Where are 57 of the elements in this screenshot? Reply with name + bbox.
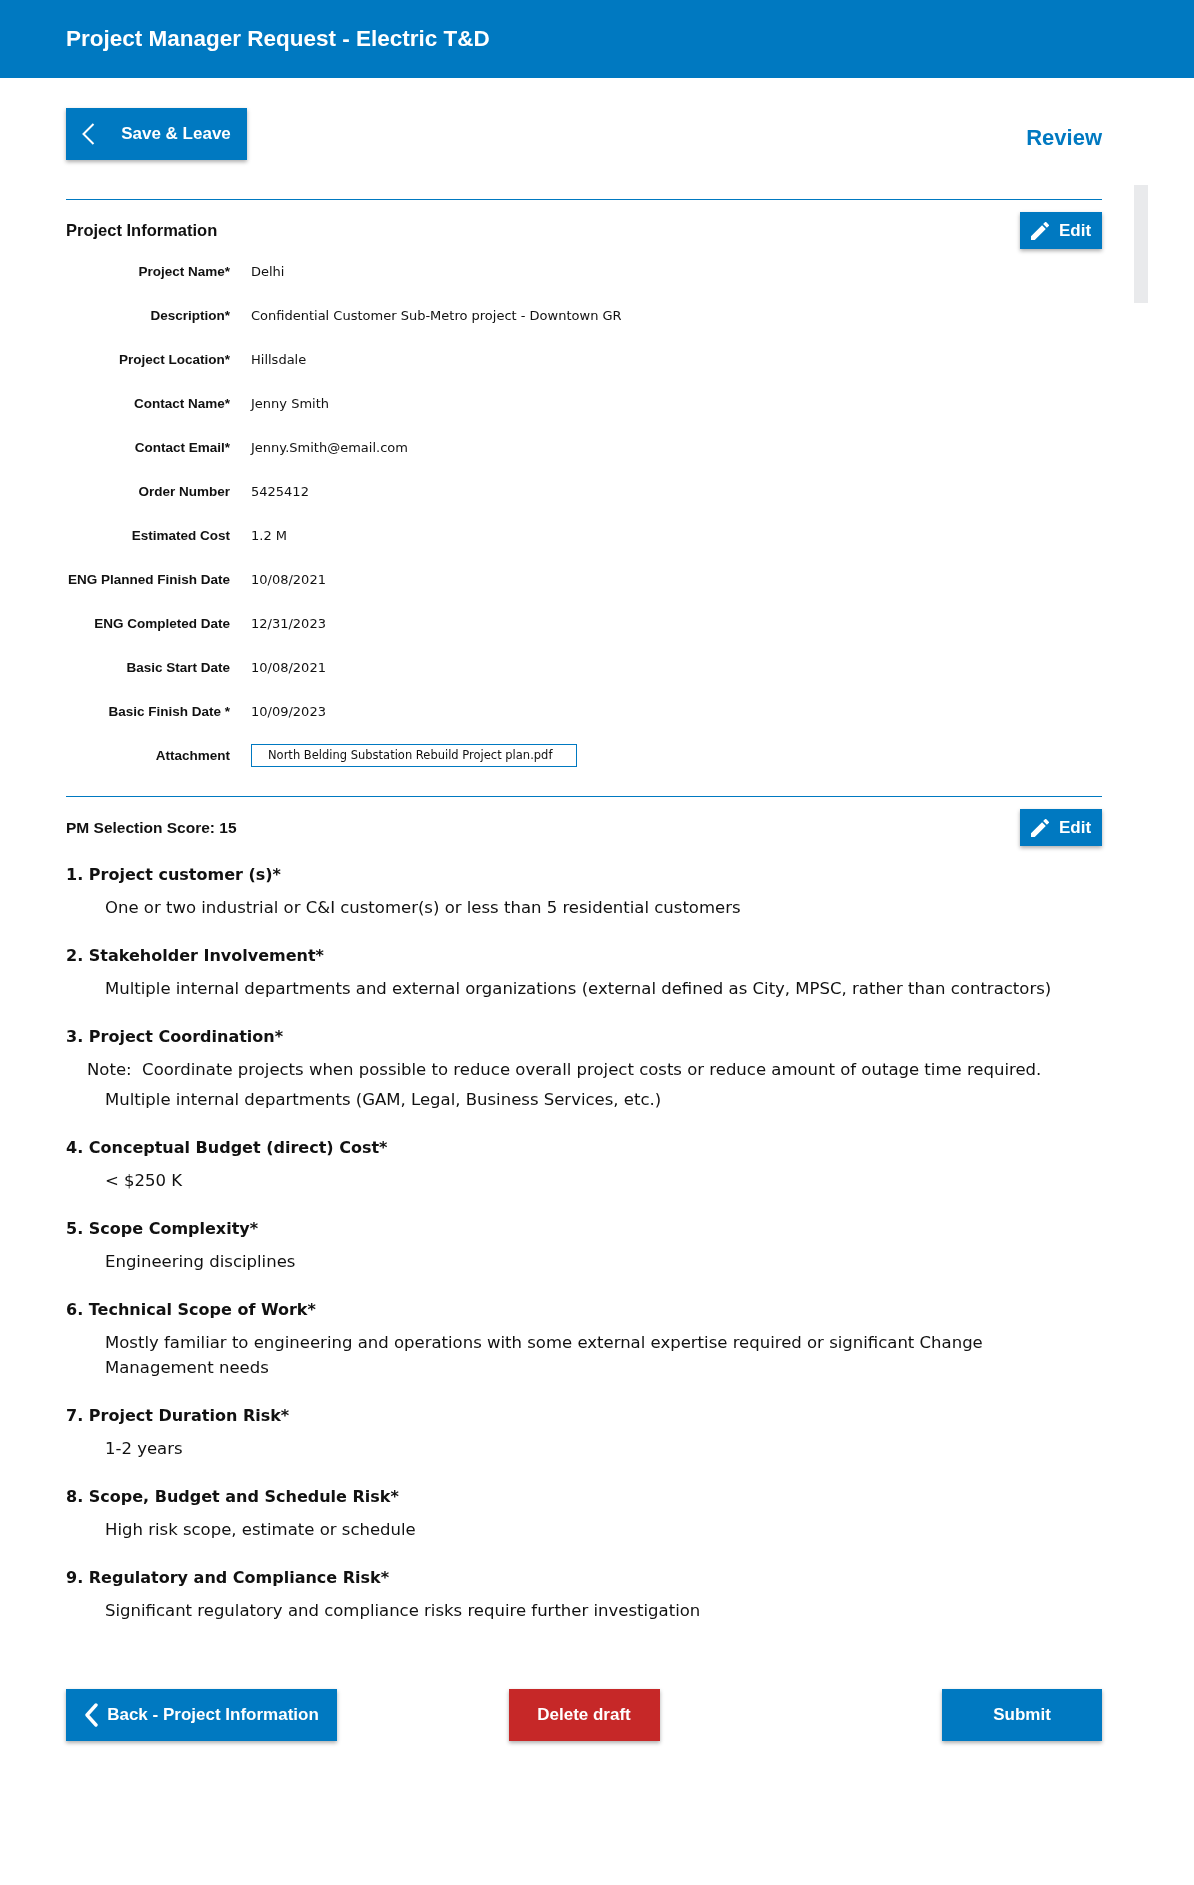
section-title: Project Information xyxy=(66,221,218,240)
question-title: 5. Scope Complexity* xyxy=(66,1218,259,1240)
back-button[interactable]: Back - Project Information xyxy=(66,1689,337,1741)
field-label: Basic Finish Date * xyxy=(108,703,230,719)
question-answer: One or two industrial or C&I customer(s) or less than 5 residential customers xyxy=(105,897,741,919)
question-title: 8. Scope, Budget and Schedule Risk* xyxy=(66,1486,399,1508)
question-answer: Engineering disciplines xyxy=(105,1251,296,1273)
delete-draft-button[interactable]: Delete draft xyxy=(508,1689,660,1741)
edit-button[interactable]: Edit xyxy=(1020,212,1102,249)
field-label: Order Number xyxy=(138,483,230,499)
field-label: Estimated Cost xyxy=(131,527,230,543)
field-label: Basic Start Date xyxy=(126,659,230,675)
question-answer: Mostly familiar to engineering and operations with some external expertise required or significant Change Management needs xyxy=(105,1332,984,1379)
submit-button[interactable]: Submit xyxy=(942,1689,1102,1741)
field-value: Jenny.Smith@email.com xyxy=(251,439,408,455)
field-label: Project Location* xyxy=(118,351,230,367)
field-label: ENG Planned Finish Date xyxy=(67,571,230,587)
field-value: 12/31/2023 xyxy=(251,615,326,631)
question-title: 6. Technical Scope of Work* xyxy=(66,1299,316,1321)
question-title: 2. Stakeholder Involvement* xyxy=(66,945,324,967)
save-leave-button[interactable]: Save & Leave xyxy=(66,108,247,160)
field-label: Attachment xyxy=(155,747,230,763)
field-value: Confidential Customer Sub-Metro project - Downtown GR xyxy=(251,307,622,323)
field-value: 5425412 xyxy=(251,483,309,499)
question-title: 9. Regulatory and Compliance Risk* xyxy=(66,1567,390,1589)
field-value: 10/08/2021 xyxy=(251,571,326,587)
field-label: ENG Completed Date xyxy=(94,615,230,631)
question-note: Note: Coordinate projects when possible to reduce overall project costs or reduce amount of outage time required. xyxy=(86,1059,1042,1081)
field-value: Hillsdale xyxy=(251,351,307,367)
question-title: 3. Project Coordination* xyxy=(66,1026,284,1048)
field-value: 10/08/2021 xyxy=(251,659,326,675)
question-answer: Significant regulatory and compliance risks require further investigation xyxy=(105,1600,701,1622)
field-label: Description* xyxy=(150,307,230,323)
field-value: 1.2 M xyxy=(251,527,288,543)
page-title: Project Manager Request - Electric T&D xyxy=(66,26,490,52)
pencil-icon xyxy=(1030,818,1049,837)
question-answer: Multiple internal departments and external organizations (external defined as City, MPSC, rather than contractors) xyxy=(105,978,1052,1000)
edit-button[interactable]: Edit xyxy=(1020,809,1102,846)
question-answer: 1-2 years xyxy=(105,1438,183,1460)
chevron-left-icon xyxy=(84,1703,99,1727)
field-value: Jenny Smith xyxy=(251,395,329,411)
field-label: Contact Email* xyxy=(134,439,230,455)
field-label: Contact Name* xyxy=(133,395,230,411)
field-label: Project Name* xyxy=(138,263,230,279)
question-title: 7. Project Duration Risk* xyxy=(66,1405,290,1427)
attachment-file-link[interactable]: North Belding Substation Rebuild Project plan.pdf xyxy=(251,743,577,767)
chevron-left-icon xyxy=(82,123,96,145)
question-answer: Multiple internal departments (GAM, Legal, Business Services, etc.) xyxy=(105,1089,662,1111)
question-answer: < $250 K xyxy=(105,1170,183,1192)
step-title: Review xyxy=(1026,124,1102,151)
score-title: PM Selection Score: 15 xyxy=(66,818,237,837)
question-answer: High risk scope, estimate or schedule xyxy=(105,1519,416,1541)
field-value: Delhi xyxy=(251,263,285,279)
field-value: 10/09/2023 xyxy=(251,703,326,719)
question-title: 4. Conceptual Budget (direct) Cost* xyxy=(66,1137,388,1159)
question-title: 1. Project customer (s)* xyxy=(66,864,281,886)
pencil-icon xyxy=(1030,221,1049,240)
